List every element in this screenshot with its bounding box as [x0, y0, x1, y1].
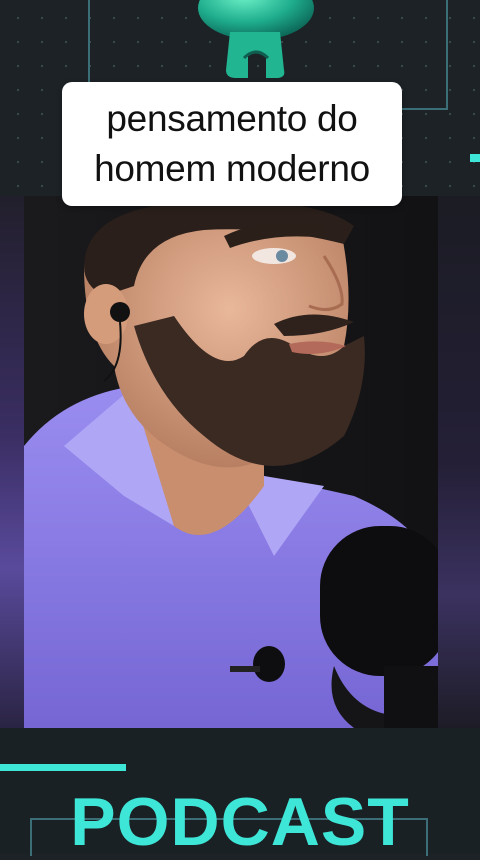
frame-line-top-right: [446, 0, 448, 110]
video-frame: [24, 196, 438, 728]
frame-line-top-right-horizontal: [402, 108, 448, 110]
frame-line-top-left: [88, 0, 90, 82]
caption-line-2: homem moderno: [94, 148, 370, 189]
microphone-clip-icon: [196, 0, 314, 82]
video-side-blur-right: [438, 196, 480, 728]
accent-marker-right: [470, 154, 480, 162]
caption-box: pensamento do homem moderno: [62, 82, 402, 206]
podcast-title: PODCAST: [70, 784, 410, 860]
video-side-blur-left: [0, 196, 24, 728]
footer-accent-bar: [0, 764, 126, 771]
caption-line-1: pensamento do: [106, 98, 358, 139]
